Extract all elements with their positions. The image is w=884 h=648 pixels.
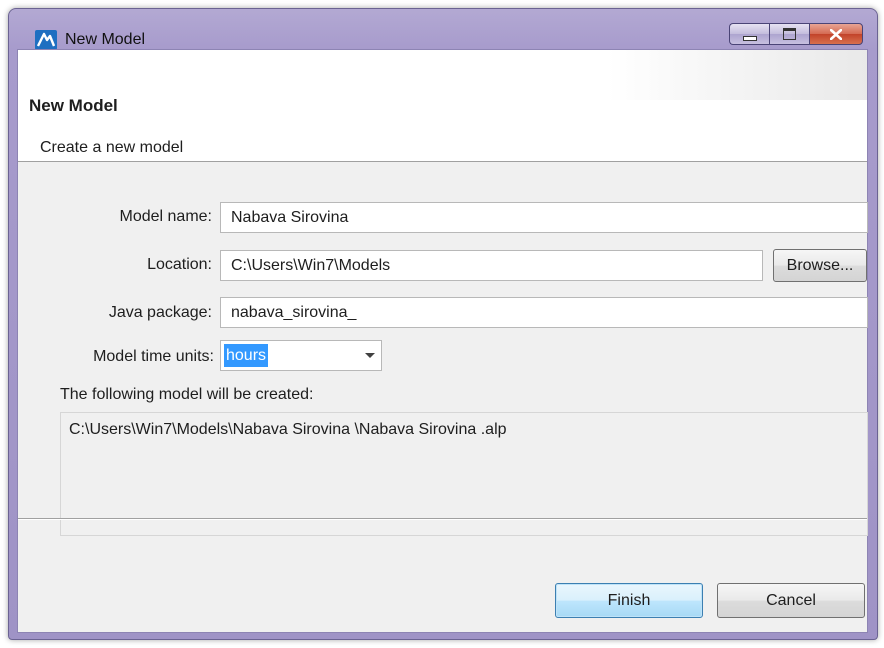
wizard-title: New Model (29, 96, 118, 115)
chevron-down-icon[interactable] (359, 341, 381, 370)
maximize-icon (783, 28, 796, 40)
model-name-input[interactable] (220, 202, 868, 233)
close-button[interactable] (809, 23, 863, 45)
time-units-label: Model time units: (93, 348, 214, 365)
close-icon (830, 28, 842, 40)
java-package-input[interactable] (220, 297, 868, 328)
wizard-header: New Model Create a new model (18, 50, 867, 162)
time-units-value: hours (224, 344, 269, 367)
minimize-icon (742, 35, 757, 41)
model-name-label: Model name: (119, 208, 213, 225)
created-model-label: The following model will be created: (60, 386, 314, 403)
new-model-window: New Model New Model Create a new model M… (8, 8, 878, 640)
time-units-select[interactable]: hours (220, 340, 382, 371)
anylogic-logo-icon (35, 30, 57, 50)
java-package-label: Java package: (108, 304, 212, 321)
minimize-button[interactable] (729, 23, 769, 45)
location-label: Location: (147, 256, 212, 273)
browse-button[interactable]: Browse... (773, 249, 867, 282)
created-model-path-text: C:\Users\Win7\Models\Nabava Sirovina \Na… (69, 421, 507, 438)
location-input[interactable] (220, 250, 763, 281)
maximize-button[interactable] (769, 23, 809, 45)
dialog-content: New Model Create a new model Model name:… (17, 49, 868, 633)
title-bar[interactable]: New Model (9, 9, 877, 50)
cancel-button[interactable]: Cancel (717, 583, 865, 618)
wizard-subtitle: Create a new model (40, 139, 184, 156)
caption-buttons (729, 23, 863, 45)
header-decoration (607, 50, 867, 100)
button-separator (18, 518, 867, 520)
window-title: New Model (65, 31, 146, 48)
finish-button[interactable]: Finish (555, 583, 703, 618)
